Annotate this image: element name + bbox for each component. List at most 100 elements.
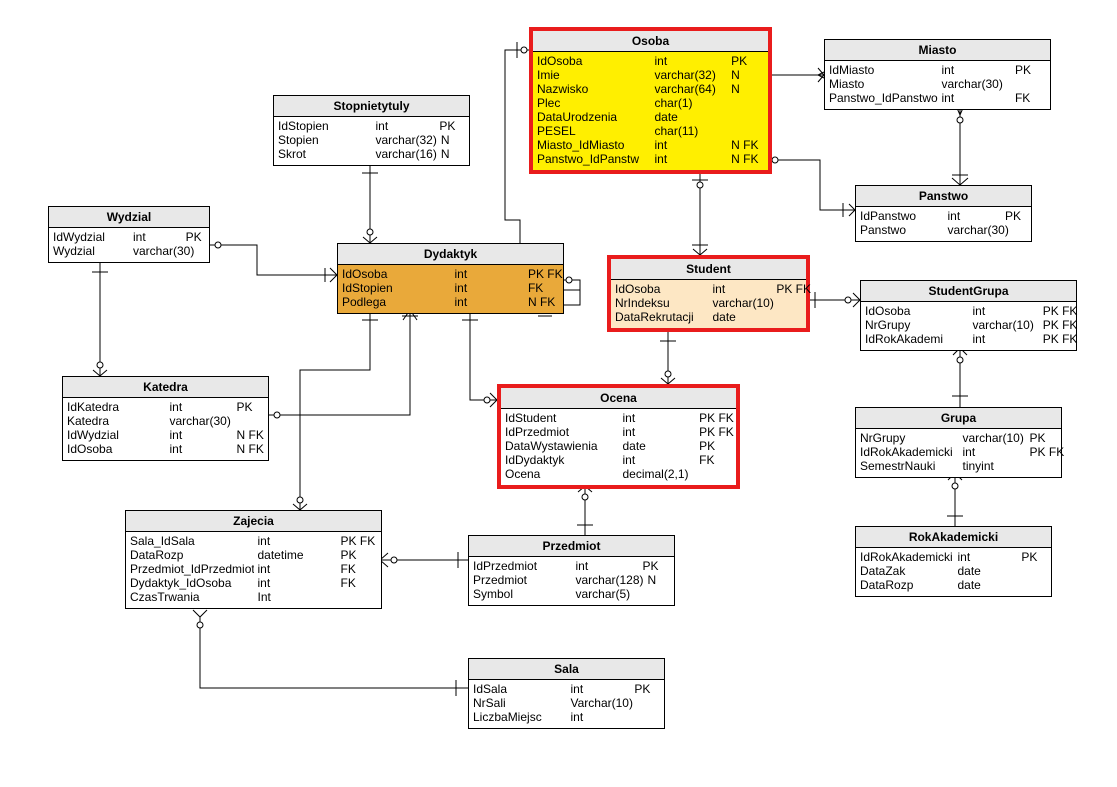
field-name: IdWydzial (53, 230, 129, 244)
field-name: IdKatedra (67, 400, 166, 414)
entity-field-row: SemestrNaukitinyint (860, 459, 1057, 473)
entity-field-row: IdOsobaintPK FK (615, 282, 802, 296)
entity-field-row: IdOsobaintN FK (67, 442, 264, 456)
entity-field-row: Przedmiot_IdPrzedmiotintFK (130, 562, 377, 576)
entity-title: Osoba (533, 31, 768, 52)
entity-body: IdStopienintPKStopienvarchar(32)NSkrotva… (274, 117, 469, 165)
entity-field-row: IdRokAkademickiintPK (860, 550, 1047, 564)
field-keys: PK FK (776, 282, 811, 296)
field-type: int (170, 442, 233, 456)
field-keys (634, 710, 668, 724)
entity-field-row: IdRokAkademickiintPK FK (860, 445, 1057, 459)
field-name: DataRekrutacji (615, 310, 709, 324)
entity-title: Miasto (825, 40, 1050, 61)
field-name: Sala_IdSala (130, 534, 254, 548)
field-type: varchar(30) (942, 77, 1011, 91)
entity-title: Student (611, 259, 806, 280)
field-type: int (376, 119, 436, 133)
field-keys: N (648, 573, 683, 587)
field-name: NrGrupy (860, 431, 959, 445)
field-keys: PK FK (1043, 332, 1080, 346)
entity-field-row: IdStopienintFK (342, 281, 559, 295)
field-keys: PK (634, 682, 668, 696)
field-name: Plec (537, 96, 651, 110)
field-name: IdOsoba (342, 267, 451, 281)
field-keys (731, 110, 772, 124)
entity-field-row: IdOsobaintPK FK (865, 304, 1072, 318)
entity-field-row: IdWydzialintPK (53, 230, 205, 244)
field-type: int (133, 230, 182, 244)
field-type: int (973, 332, 1039, 346)
field-keys (341, 590, 385, 604)
entity-field-row: IdRokAkademiintPK FK (865, 332, 1072, 346)
field-name: PESEL (537, 124, 651, 138)
field-keys: PK FK (341, 534, 385, 548)
field-type: int (958, 550, 1018, 564)
field-type: int (170, 400, 233, 414)
entity-field-row: DataRekrutacjidate (615, 310, 802, 324)
field-keys: N (731, 68, 772, 82)
field-keys: PK (1005, 209, 1035, 223)
field-name: IdOsoba (67, 442, 166, 456)
field-keys (237, 414, 272, 428)
entity-field-row: PodlegaintN FK (342, 295, 559, 309)
field-keys: FK (341, 562, 385, 576)
entity-field-row: Miasto_IdMiastointN FK (537, 138, 764, 152)
entity-field-row: Imievarchar(32)N (537, 68, 764, 82)
field-type: int (623, 453, 696, 467)
field-type: date (958, 578, 1018, 592)
entity-field-row: CzasTrwaniaInt (130, 590, 377, 604)
field-type: Varchar(10) (571, 696, 633, 710)
field-name: Miasto (829, 77, 938, 91)
entity-field-row: IdPanstwointPK (860, 209, 1027, 223)
field-keys (1030, 459, 1065, 473)
field-keys: FK (528, 281, 567, 295)
field-keys (1021, 564, 1055, 578)
entity-field-row: IdPrzedmiotintPK (473, 559, 670, 573)
field-name: IdSala (473, 682, 567, 696)
field-name: IdPanstwo (860, 209, 944, 223)
field-name: Przedmiot_IdPrzedmiot (130, 562, 254, 576)
field-keys: FK (1015, 91, 1054, 105)
field-keys: FK (699, 453, 740, 467)
entity-field-row: DataZakdate (860, 564, 1047, 578)
field-keys (1021, 578, 1055, 592)
field-type: varchar(5) (576, 587, 639, 601)
entity-title: RokAkademicki (856, 527, 1051, 548)
field-type: int (258, 562, 337, 576)
field-type: int (455, 267, 524, 281)
field-keys (198, 244, 225, 258)
entity-field-row: Panstwovarchar(30) (860, 223, 1027, 237)
field-type: int (571, 682, 631, 696)
field-name: Przedmiot (473, 573, 572, 587)
field-type: int (655, 138, 728, 152)
entity-field-row: Ocenadecimal(2,1) (505, 467, 732, 481)
entity-field-row: IdSalaintPK (473, 682, 660, 696)
entity-wydzial: Wydzial IdWydzialintPKWydzialvarchar(30) (48, 206, 210, 263)
entity-field-row: DataWystawieniadatePK (505, 439, 732, 453)
field-keys: N (441, 133, 475, 147)
entity-rokakademicki: RokAkademicki IdRokAkademickiintPKDataZa… (855, 526, 1052, 597)
field-keys (731, 124, 772, 138)
entity-student: Student IdOsobaintPK FKNrIndeksuvarchar(… (607, 255, 810, 332)
entity-body: IdOsobaintPKImievarchar(32)NNazwiskovarc… (533, 52, 768, 170)
entity-stopnietytuly: Stopnietytuly IdStopienintPKStopienvarch… (273, 95, 470, 166)
field-type: datetime (258, 548, 337, 562)
field-name: Katedra (67, 414, 166, 428)
field-keys: PK (1021, 550, 1055, 564)
entity-field-row: NrIndeksuvarchar(10) (615, 296, 802, 310)
entity-field-row: IdDydaktykintFK (505, 453, 732, 467)
field-type: int (942, 91, 1011, 105)
entity-body: IdPanstwointPKPanstwovarchar(30) (856, 207, 1031, 241)
field-type: int (948, 209, 1001, 223)
field-type: varchar(16) (376, 147, 437, 161)
field-keys (643, 587, 678, 601)
field-keys: PK (186, 230, 213, 244)
field-type: int (713, 282, 773, 296)
entity-body: IdRokAkademickiintPKDataZakdateDataRozpd… (856, 548, 1051, 596)
field-name: IdStopien (278, 119, 372, 133)
field-keys: PK (237, 400, 272, 414)
field-keys: N FK (731, 138, 772, 152)
entity-title: Przedmiot (469, 536, 674, 557)
entity-przedmiot: Przedmiot IdPrzedmiotintPKPrzedmiotvarch… (468, 535, 675, 606)
